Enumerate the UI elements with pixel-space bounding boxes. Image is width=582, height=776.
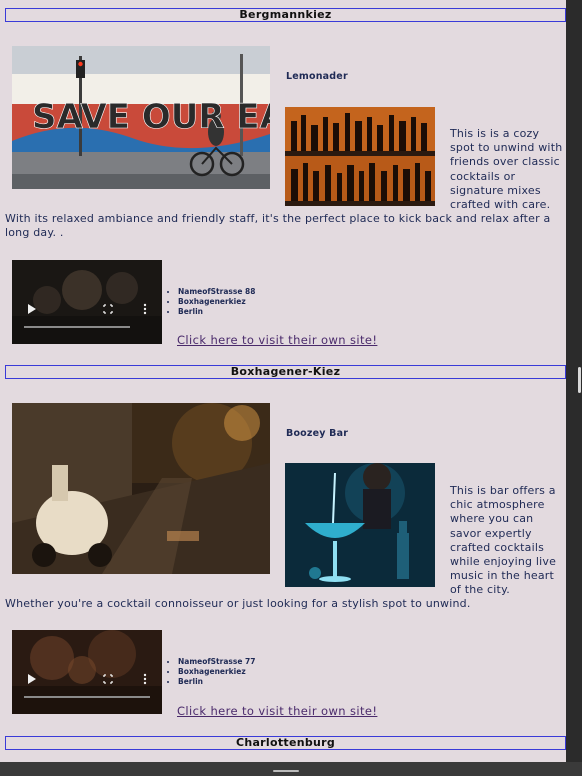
- gesture-handle[interactable]: [273, 770, 299, 772]
- page: Bergmannkiez SAVE OUR EART Lemonader: [0, 0, 566, 776]
- address-list-lemonader: NameofStrasse 88 Boxhagenerkiez Berlin: [166, 287, 255, 317]
- bar-description-lemonader: This is is a cozy spot to unwind with fr…: [450, 127, 563, 212]
- graffiti-text: SAVE OUR EART: [32, 97, 270, 137]
- scooter-street-image: [12, 403, 270, 574]
- visit-site-link-lemonader[interactable]: Click here to visit their own site!: [177, 333, 377, 347]
- address-neighbourhood: Boxhagenerkiez: [178, 667, 255, 677]
- district-header-charlottenburg: Charlottenburg: [5, 736, 566, 750]
- address-street: NameofStrasse 77: [178, 657, 255, 667]
- vertical-scrollbar-thumb[interactable]: [578, 367, 581, 393]
- video-progress-track[interactable]: [24, 696, 150, 698]
- address-list-boozey-bar: NameofStrasse 77 Boxhagenerkiez Berlin: [166, 657, 255, 687]
- bottom-navigation-bar: [0, 762, 582, 776]
- more-options-icon[interactable]: [143, 303, 147, 315]
- address-neighbourhood: Boxhagenerkiez: [178, 297, 255, 307]
- district-header-bergmannkiez: Bergmannkiez: [5, 8, 566, 22]
- address-street: NameofStrasse 88: [178, 287, 255, 297]
- bar-name-boozey-bar: Boozey Bar: [286, 428, 349, 439]
- video-player-boozey-bar[interactable]: [12, 630, 162, 714]
- liquor-shelf-image: [285, 107, 435, 206]
- bar-description-continued-lemonader: With its relaxed ambiance and friendly s…: [5, 212, 551, 240]
- bar-description-continued-boozey-bar: Whether you're a cocktail connoisseur or…: [5, 597, 471, 610]
- visit-site-link-boozey-bar[interactable]: Click here to visit their own site!: [177, 704, 377, 718]
- bar-name-lemonader: Lemonader: [286, 71, 348, 82]
- video-progress-track[interactable]: [24, 326, 130, 328]
- graffiti-wall-image: SAVE OUR EART: [12, 46, 270, 189]
- cocktail-pour-image: [285, 463, 435, 587]
- district-header-boxhagener-kiez: Boxhagener-Kiez: [5, 365, 566, 379]
- more-options-icon[interactable]: [143, 673, 147, 685]
- bar-description-boozey-bar: This is bar offers a chic atmosphere whe…: [450, 484, 557, 597]
- address-city: Berlin: [178, 307, 255, 317]
- address-city: Berlin: [178, 677, 255, 687]
- video-player-lemonader[interactable]: [12, 260, 162, 344]
